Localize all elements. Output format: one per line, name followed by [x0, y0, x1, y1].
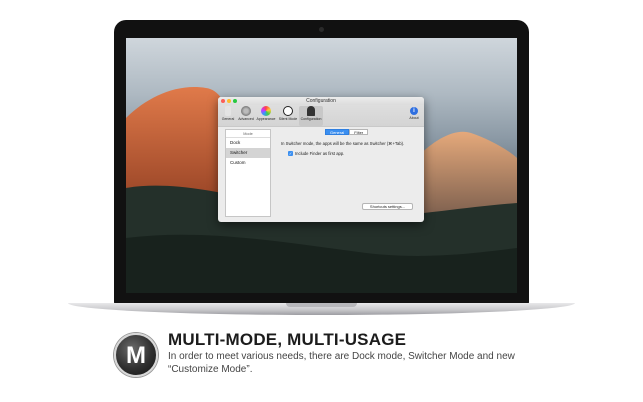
- sidebar-item-dock[interactable]: Dock: [226, 138, 270, 148]
- configuration-window: Configuration General Advanced Appearanc…: [218, 97, 424, 222]
- toolbar-about[interactable]: i About: [408, 106, 420, 126]
- headline: MULTI-MODE, MULTI-USAGE: [168, 330, 407, 349]
- toolbar-advanced[interactable]: Advanced: [237, 106, 255, 126]
- tab-filter[interactable]: Filter: [349, 129, 369, 135]
- shortcuts-settings-button[interactable]: Shortcuts settings...: [362, 203, 413, 210]
- tab-general[interactable]: General: [325, 129, 350, 135]
- tab-control: General Filter: [325, 129, 369, 135]
- sidebar-header: Mode: [226, 130, 270, 138]
- logo-letter: M: [126, 342, 146, 369]
- settings-panel: General Filter In Switcher mode, the app…: [278, 129, 418, 217]
- mode-description: In Switcher mode, the apps will be the s…: [281, 141, 405, 146]
- gear-icon: [241, 106, 251, 116]
- preferences-toolbar: General Advanced Appearance Silent Mode …: [218, 105, 424, 127]
- toolbar-silent-mode[interactable]: Silent Mode: [278, 106, 298, 126]
- caption-subtext: In order to meet various needs, there ar…: [168, 351, 515, 375]
- window-titlebar: Configuration: [218, 97, 424, 105]
- sidebar-item-switcher[interactable]: Switcher: [226, 148, 270, 158]
- toolbar-general[interactable]: General: [221, 106, 235, 126]
- laptop-notch: [286, 303, 357, 307]
- camera-dot: [319, 27, 324, 32]
- window-title: Configuration: [306, 98, 336, 104]
- window-content: Mode Dock Switcher Custom General Filter…: [218, 128, 424, 222]
- include-finder-checkbox[interactable]: ✓: [288, 151, 293, 156]
- sidebar-item-custom[interactable]: Custom: [226, 158, 270, 168]
- phone-icon: [225, 106, 231, 116]
- info-icon: i: [410, 107, 418, 115]
- mode-sidebar: Mode Dock Switcher Custom: [225, 129, 271, 217]
- app-logo: M: [114, 333, 158, 377]
- include-finder-label: Include Finder as first app.: [295, 151, 345, 156]
- toolbar-appearance[interactable]: Appearance: [256, 106, 276, 126]
- color-wheel-icon: [261, 106, 271, 116]
- toolbar-configuration[interactable]: Configuration: [299, 106, 323, 126]
- person-icon: [307, 106, 315, 116]
- silent-mode-icon: [283, 106, 293, 116]
- include-finder-row: ✓ Include Finder as first app.: [288, 151, 344, 156]
